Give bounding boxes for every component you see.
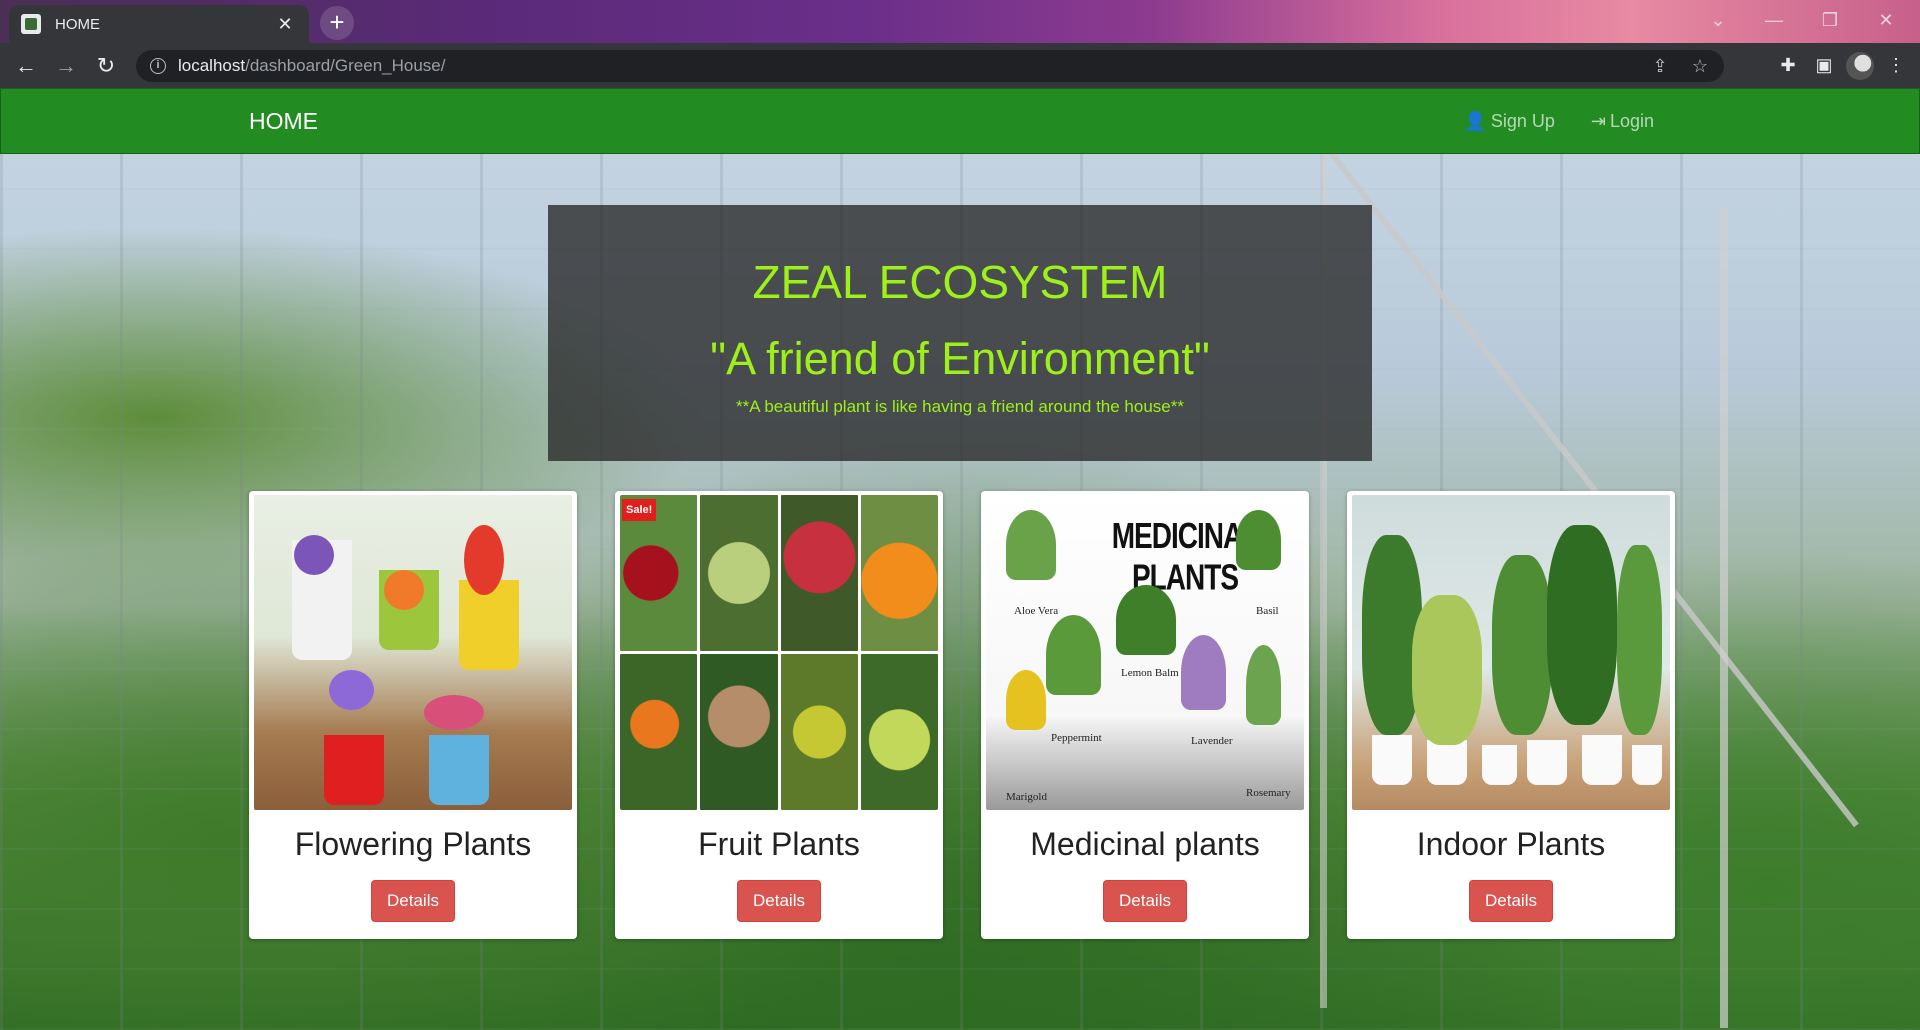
indoor-plants-image	[1352, 495, 1670, 810]
tab-title: HOME	[55, 15, 100, 33]
hero-subtitle: "A friend of Environment"	[710, 333, 1210, 384]
image-label: Lavender	[1191, 735, 1233, 747]
medicinal-details-button[interactable]: Details	[1103, 880, 1187, 922]
browser-tab[interactable]: HOME ✕	[9, 5, 309, 43]
home-link[interactable]: HOME	[249, 89, 318, 153]
image-label: Lemon Balm	[1121, 667, 1179, 679]
forward-icon[interactable]: →	[46, 46, 86, 86]
extensions-icon[interactable]: ✚	[1774, 55, 1802, 76]
side-panel-icon[interactable]: ▣	[1810, 55, 1838, 76]
user-icon: 👤	[1464, 110, 1487, 131]
image-label: Marigold	[1006, 791, 1047, 803]
new-tab-button[interactable]: +	[320, 6, 354, 40]
flowering-plants-image	[254, 495, 572, 810]
login-label: Login	[1609, 110, 1654, 131]
fruit-details-button[interactable]: Details	[737, 880, 821, 922]
image-label: Rosemary	[1246, 787, 1291, 799]
login-link[interactable]: ⇥ Login	[1591, 111, 1654, 132]
main-navbar: HOME 👤 Sign Up ⇥ Login	[0, 88, 1920, 154]
close-tab-icon[interactable]: ✕	[273, 14, 297, 35]
fruit-plants-image: Sale!	[620, 495, 938, 810]
browser-toolbar: ← → ↻ i localhost/dashboard/Green_House/…	[0, 43, 1920, 88]
minimize-button[interactable]: —	[1746, 0, 1802, 40]
hero-title: ZEAL ECOSYSTEM	[752, 256, 1168, 308]
browser-tab-strip: HOME ✕ + ⌄ — ❐ ✕	[0, 0, 1920, 43]
site-info-icon[interactable]: i	[150, 58, 166, 74]
card-title: Medicinal plants	[1030, 826, 1260, 862]
signup-label: Sign Up	[1490, 110, 1555, 131]
plant-category-cards: Flowering Plants Details Sale! Fruit Pla…	[249, 491, 1675, 939]
page-background: HOME 👤 Sign Up ⇥ Login ZEAL ECOSYSTEM "A…	[0, 88, 1920, 1030]
flowering-details-button[interactable]: Details	[371, 880, 455, 922]
back-icon[interactable]: ←	[6, 46, 46, 86]
hero-banner: ZEAL ECOSYSTEM "A friend of Environment"…	[548, 205, 1372, 461]
bookmark-star-icon[interactable]: ☆	[1686, 56, 1714, 77]
card-medicinal-plants: MEDICINAL PLANTS Aloe Vera Basil Lemon B…	[981, 491, 1309, 939]
indoor-details-button[interactable]: Details	[1469, 880, 1553, 922]
address-bar[interactable]: i localhost/dashboard/Green_House/ ⇪ ☆	[136, 50, 1724, 82]
profile-avatar[interactable]	[1846, 51, 1874, 80]
greenhouse-beam	[1720, 208, 1728, 1028]
card-title: Fruit Plants	[698, 826, 860, 862]
image-label: Basil	[1256, 605, 1279, 617]
login-icon: ⇥	[1590, 110, 1606, 131]
close-window-button[interactable]: ✕	[1858, 0, 1914, 40]
url-host: localhost	[178, 56, 246, 75]
card-title: Flowering Plants	[294, 826, 532, 862]
image-label: Peppermint	[1051, 732, 1102, 744]
favicon-icon	[21, 14, 41, 34]
hero-quote: **A beautiful plant is like having a fri…	[736, 397, 1184, 416]
image-label: Aloe Vera	[1014, 605, 1059, 617]
restore-button[interactable]: ❐	[1802, 0, 1858, 40]
sale-badge: Sale!	[622, 499, 657, 521]
reload-icon[interactable]: ↻	[86, 46, 126, 86]
tab-search-icon[interactable]: ⌄	[1690, 0, 1746, 40]
menu-kebab-icon[interactable]: ⋮	[1882, 55, 1910, 76]
signup-link[interactable]: 👤 Sign Up	[1464, 111, 1554, 132]
share-icon[interactable]: ⇪	[1646, 56, 1674, 77]
card-flowering-plants: Flowering Plants Details	[249, 491, 577, 939]
url-path: /dashboard/Green_House/	[245, 56, 446, 75]
medicinal-plants-image: MEDICINAL PLANTS Aloe Vera Basil Lemon B…	[986, 495, 1304, 810]
card-indoor-plants: Indoor Plants Details	[1347, 491, 1675, 939]
card-fruit-plants: Sale! Fruit Plants Details	[615, 491, 943, 939]
card-title: Indoor Plants	[1416, 826, 1606, 862]
